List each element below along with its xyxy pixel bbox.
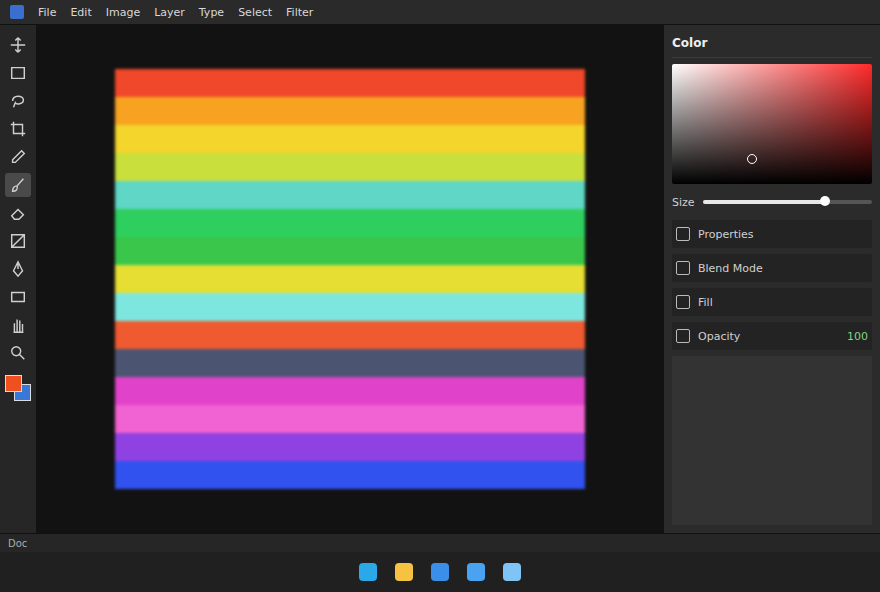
tool-button[interactable] xyxy=(5,341,31,365)
tool-button[interactable] xyxy=(5,33,31,57)
canvas-band xyxy=(115,321,585,349)
tool-button[interactable] xyxy=(5,257,31,281)
taskbar-app[interactable] xyxy=(465,561,487,583)
row-icon xyxy=(676,261,690,275)
canvas-band xyxy=(115,461,585,489)
gradient-icon xyxy=(9,232,27,250)
panel-header: Color xyxy=(672,33,872,58)
row-icon xyxy=(676,295,690,309)
tool-button[interactable] xyxy=(5,313,31,337)
row-label: Fill xyxy=(698,296,713,309)
windows-icon xyxy=(465,561,487,583)
row-icon xyxy=(676,227,690,241)
pen-icon xyxy=(9,260,27,278)
menu-item[interactable]: Edit xyxy=(70,6,91,19)
row-label: Blend Mode xyxy=(698,262,763,275)
slider-row: Size xyxy=(672,190,872,214)
slider-fill xyxy=(703,200,825,204)
panel-row[interactable]: Fill xyxy=(672,288,872,316)
tool-button[interactable] xyxy=(5,201,31,225)
store-icon xyxy=(429,561,451,583)
hand-icon xyxy=(9,316,27,334)
canvas-band xyxy=(115,377,585,405)
right-panel: Color Size Properties Blend Mode Fill Opacity… xyxy=(663,25,880,533)
row-label: Opacity xyxy=(698,330,740,343)
color-swatches[interactable] xyxy=(5,375,31,401)
foreground-swatch[interactable] xyxy=(5,375,22,392)
canvas-band xyxy=(115,237,585,265)
canvas-band xyxy=(115,125,585,153)
menu-item[interactable]: Select xyxy=(238,6,272,19)
tool-button[interactable] xyxy=(5,89,31,113)
brush-icon xyxy=(9,176,27,194)
tool-bar xyxy=(0,25,37,533)
canvas-band xyxy=(115,405,585,433)
tool-button[interactable] xyxy=(5,229,31,253)
taskbar xyxy=(0,552,880,592)
marquee-icon xyxy=(9,64,27,82)
tool-button[interactable] xyxy=(5,145,31,169)
canvas[interactable] xyxy=(115,69,585,489)
tool-button[interactable] xyxy=(5,61,31,85)
panel-row[interactable]: Opacity 100 xyxy=(672,322,872,350)
crop-icon xyxy=(9,120,27,138)
slider-knob[interactable] xyxy=(820,196,830,206)
files-icon xyxy=(393,561,415,583)
app-window: File Edit Image Layer Type Select Filter Color S… xyxy=(0,0,880,592)
edge-icon xyxy=(357,561,379,583)
status-text: Doc xyxy=(8,538,27,549)
taskbar-app[interactable] xyxy=(501,561,523,583)
move-icon xyxy=(9,36,27,54)
slider-label: Size xyxy=(672,196,695,209)
color-picker[interactable] xyxy=(672,64,872,184)
canvas-band xyxy=(115,69,585,97)
canvas-band xyxy=(115,181,585,209)
canvas-band xyxy=(115,433,585,461)
zoom-icon xyxy=(9,344,27,362)
canvas-area xyxy=(37,25,663,533)
eraser-icon xyxy=(9,204,27,222)
app-logo-icon xyxy=(10,5,24,19)
taskbar-app[interactable] xyxy=(429,561,451,583)
taskbar-app[interactable] xyxy=(357,561,379,583)
status-bar: Doc xyxy=(0,533,880,552)
menu-item[interactable]: Type xyxy=(199,6,224,19)
canvas-band xyxy=(115,265,585,293)
tool-button[interactable] xyxy=(5,285,31,309)
menu-item[interactable]: File xyxy=(38,6,56,19)
menu-item[interactable]: Layer xyxy=(154,6,185,19)
picker-cursor-icon[interactable] xyxy=(747,154,757,164)
row-label: Properties xyxy=(698,228,754,241)
slider-track[interactable] xyxy=(703,200,872,204)
shape-icon xyxy=(9,288,27,306)
tool-button[interactable] xyxy=(5,117,31,141)
photos-icon xyxy=(501,561,523,583)
panel-row[interactable]: Properties xyxy=(672,220,872,248)
lasso-icon xyxy=(9,92,27,110)
taskbar-app[interactable] xyxy=(393,561,415,583)
canvas-band xyxy=(115,153,585,181)
canvas-band xyxy=(115,349,585,377)
canvas-band xyxy=(115,209,585,237)
row-reading: 100 xyxy=(847,330,868,343)
eyedropper-icon xyxy=(9,148,27,166)
panel-title[interactable]: Color xyxy=(672,36,707,50)
menu-item[interactable]: Image xyxy=(106,6,140,19)
row-icon xyxy=(676,329,690,343)
panel-body xyxy=(672,356,872,525)
menu-item[interactable]: Filter xyxy=(286,6,313,19)
panel-row[interactable]: Blend Mode xyxy=(672,254,872,282)
canvas-band xyxy=(115,97,585,125)
canvas-band xyxy=(115,293,585,321)
menu-bar: File Edit Image Layer Type Select Filter xyxy=(0,0,880,25)
tool-button[interactable] xyxy=(5,173,31,197)
